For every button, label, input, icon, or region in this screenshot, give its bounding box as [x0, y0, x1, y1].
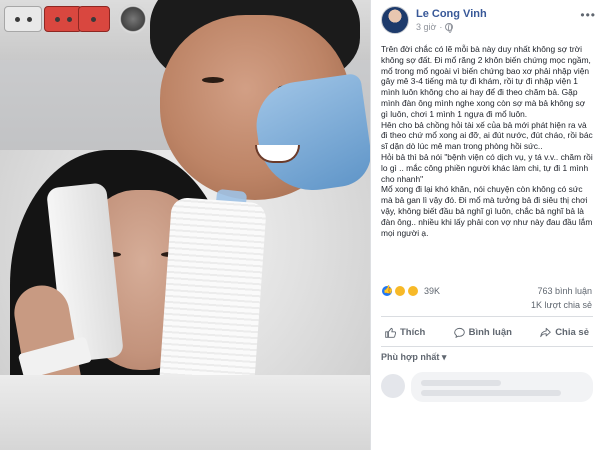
post-paragraph: Mổ xong đi lại khó khăn, nói chuyện còn … [381, 184, 593, 238]
comment-label: Bình luận [468, 326, 512, 338]
like-icon [385, 327, 396, 338]
comments-count[interactable]: 763 bình luận [537, 286, 592, 296]
post-paragraph: Hên cho bả chồng hỏi tài xế của bả mới p… [381, 119, 593, 152]
comment-icon [453, 327, 465, 338]
wall-outlet-red [44, 6, 82, 32]
post-photo[interactable] [0, 0, 370, 450]
reactions-summary[interactable]: 39K [381, 285, 440, 297]
towel-right [158, 196, 267, 404]
hospital-blanket [0, 375, 370, 450]
comment-button[interactable]: Bình luận [450, 327, 516, 338]
post-time[interactable]: 3 giờ [416, 22, 436, 32]
divider [381, 316, 593, 317]
post-paragraph: Hỏi bả thì bả nói "bệnh viện có dịch vụ,… [381, 151, 593, 184]
comment-line [421, 380, 501, 386]
oxygen-valve [118, 4, 148, 34]
share-label: Chia sẻ [555, 326, 589, 338]
more-icon[interactable]: ••• [580, 8, 596, 22]
commenter-avatar [381, 374, 405, 398]
author-name[interactable]: Le Cong Vinh [416, 8, 487, 20]
post-meta: 3 giờ · [416, 22, 454, 33]
shares-count[interactable]: 1K lượt chia sẻ [531, 300, 592, 310]
haha-reaction-icon [394, 285, 406, 297]
post-text: Trên đời chắc có lẽ mỗi bà này duy nhất … [381, 44, 593, 238]
post-paragraph: Trên đời chắc có lẽ mỗi bà này duy nhất … [381, 44, 591, 119]
comment-sort-dropdown[interactable]: Phù hợp nhất ▾ [381, 352, 446, 363]
like-label: Thích [400, 326, 426, 338]
divider [381, 346, 593, 347]
post-actions: Thích Bình luận Chia sẻ [381, 320, 593, 344]
post-panel: Le Cong Vinh 3 giờ · ••• Trên đời chắc c… [370, 0, 600, 450]
reaction-count: 39K [424, 286, 441, 296]
comment-line [421, 390, 561, 396]
wow-reaction-icon [407, 285, 419, 297]
share-icon [540, 327, 551, 337]
like-button[interactable]: Thích [381, 327, 429, 338]
wall-outlet [4, 6, 42, 32]
share-button[interactable]: Chia sẻ [536, 327, 593, 338]
author-avatar[interactable] [381, 6, 409, 34]
comment-bubble [411, 372, 593, 402]
comment-placeholder [381, 368, 593, 450]
like-reaction-icon [381, 285, 393, 297]
wall-outlet-red-2 [78, 6, 110, 32]
post-header: Le Cong Vinh 3 giờ · ••• [381, 6, 596, 38]
globe-icon [445, 23, 454, 33]
